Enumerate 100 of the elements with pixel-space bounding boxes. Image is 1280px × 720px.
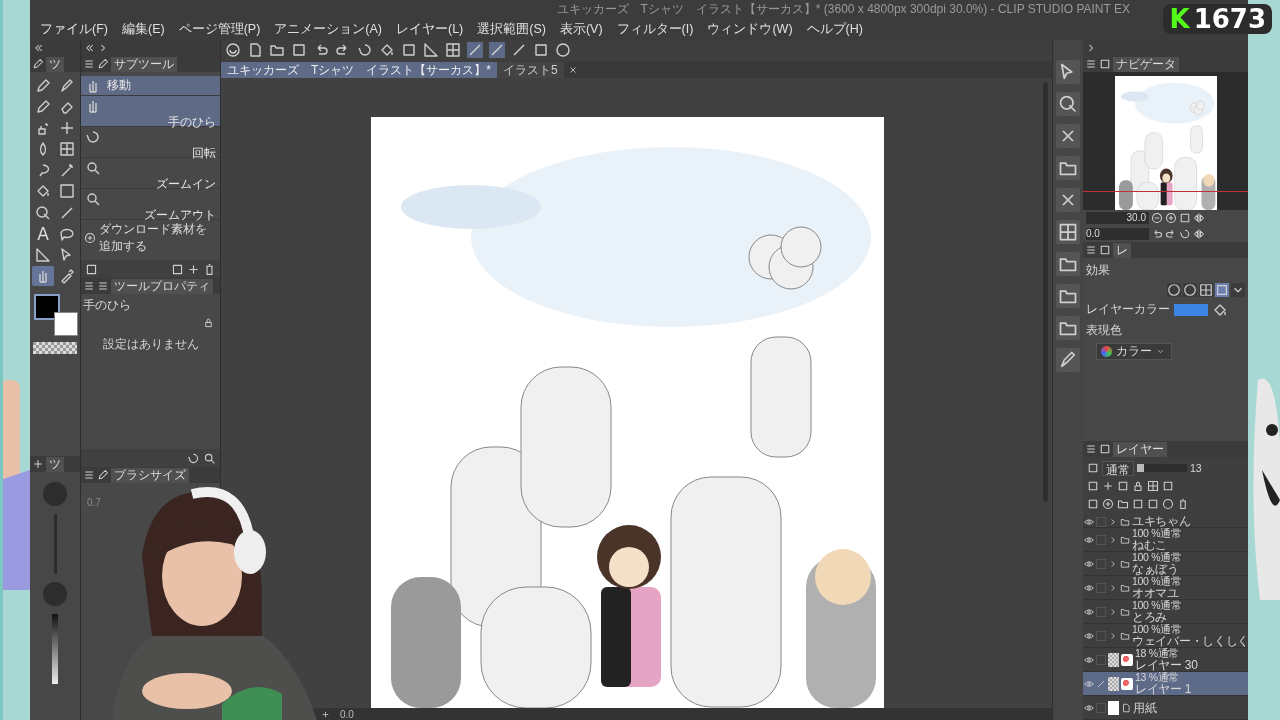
transparent-color-swatch[interactable] — [33, 342, 77, 354]
menu-icon[interactable] — [1085, 244, 1097, 256]
folder-icon[interactable] — [1056, 316, 1080, 340]
caret-icon[interactable] — [1231, 283, 1245, 297]
panel-tab[interactable]: ブラシサイズ — [111, 467, 189, 483]
folder-icon[interactable] — [1120, 534, 1130, 545]
subtool-item[interactable]: ズームイン — [81, 158, 220, 189]
tool-button[interactable]: A — [32, 223, 54, 244]
brush-icon[interactable] — [97, 469, 109, 481]
layer-row[interactable]: 用紙 — [1083, 696, 1248, 720]
opacity-value[interactable]: 13 — [1190, 462, 1202, 474]
swirl-icon[interactable] — [225, 42, 241, 58]
menu-item[interactable]: 編集(E) — [115, 20, 171, 38]
pen-icon[interactable] — [467, 42, 483, 58]
panel-tab[interactable]: ツールプロパティ — [111, 278, 213, 294]
subtool-item[interactable]: 移動 — [81, 76, 220, 96]
new-folder-icon[interactable] — [1117, 498, 1129, 510]
eye-icon[interactable] — [1084, 630, 1094, 641]
plus-icon[interactable] — [321, 709, 330, 719]
eye-icon[interactable] — [1084, 517, 1094, 527]
document-tab[interactable]: ユキッカーズ Tシャツ イラスト【サーカス】* — [221, 62, 497, 78]
folder-icon[interactable] — [1120, 558, 1130, 569]
menu-item[interactable]: レイヤー(L) — [390, 20, 470, 38]
add-material-button[interactable]: ダウンロード素材を追加する — [81, 221, 220, 255]
paper-icon[interactable] — [1121, 702, 1131, 713]
pen-icon[interactable] — [511, 42, 527, 58]
layer-color-swatch[interactable] — [1174, 303, 1208, 316]
eye-icon[interactable] — [1084, 558, 1094, 569]
trash-icon[interactable] — [1177, 498, 1189, 510]
menu-item[interactable]: 選択範囲(S) — [471, 20, 552, 38]
ruler-icon[interactable] — [423, 42, 439, 58]
subtool-item[interactable]: ズームアウト — [81, 189, 220, 220]
zoom-field[interactable]: 30.0 — [1086, 212, 1149, 224]
folder-icon[interactable] — [1056, 284, 1080, 308]
menu-item[interactable]: ファイル(F) — [34, 20, 114, 38]
folder-icon[interactable] — [269, 42, 285, 58]
eye-icon[interactable] — [1084, 702, 1094, 713]
eye-icon[interactable] — [1084, 678, 1094, 689]
pen-icon[interactable] — [489, 42, 505, 58]
main-color-swatch[interactable] — [34, 294, 60, 320]
fill-icon[interactable] — [379, 42, 395, 58]
close-icon[interactable] — [1056, 124, 1080, 148]
rotation-field[interactable]: 0.0 — [1086, 228, 1149, 240]
menu-icon[interactable] — [83, 469, 95, 481]
sub-color-swatch[interactable] — [54, 312, 78, 336]
expression-dropdown[interactable]: カラー — [1096, 343, 1172, 360]
close-icon[interactable] — [1056, 188, 1080, 212]
folder-icon[interactable] — [1120, 517, 1130, 527]
eye-icon[interactable] — [1084, 534, 1094, 545]
menu-icon[interactable] — [83, 58, 95, 70]
new-file-icon[interactable] — [247, 42, 263, 58]
flip-icon[interactable] — [1193, 212, 1205, 224]
close-icon[interactable] — [567, 65, 578, 75]
panel-tab[interactable]: サブツール — [111, 56, 177, 72]
layer-color-icon[interactable] — [1215, 283, 1229, 297]
menu-item[interactable]: ヘルプ(H) — [800, 20, 869, 38]
menu-item[interactable]: 表示(V) — [553, 20, 609, 38]
tool-button[interactable] — [32, 265, 54, 286]
eye-icon[interactable] — [1084, 582, 1094, 593]
grid-icon[interactable] — [445, 42, 461, 58]
collapse-icon[interactable] — [32, 42, 44, 54]
blend-mode-dropdown[interactable]: 通常 — [1102, 460, 1134, 476]
menu-icon[interactable] — [83, 280, 95, 292]
menu-item[interactable]: ウィンドウ(W) — [701, 20, 799, 38]
panel-tab[interactable]: ナビゲータ — [1113, 56, 1179, 72]
menu-item[interactable]: フィルター(I) — [610, 20, 700, 38]
pen-icon[interactable] — [32, 58, 44, 70]
pen-icon[interactable] — [1096, 678, 1106, 689]
checkbox[interactable] — [1096, 517, 1106, 527]
folder-icon[interactable] — [1056, 252, 1080, 276]
trash-icon[interactable] — [203, 262, 216, 276]
menu-item[interactable]: ページ管理(P) — [172, 20, 267, 38]
eye-icon[interactable] — [1084, 606, 1094, 617]
search-icon[interactable] — [203, 451, 216, 465]
menu-item[interactable]: アニメーション(A) — [268, 20, 388, 38]
lock-icon[interactable] — [1132, 480, 1144, 492]
panel-tab[interactable]: ツ — [46, 456, 64, 472]
eye-icon[interactable] — [1084, 654, 1094, 665]
menu-icon[interactable] — [1085, 443, 1097, 455]
folder-icon[interactable] — [1120, 606, 1130, 617]
folder-icon[interactable] — [1056, 156, 1080, 180]
edit-icon[interactable] — [1056, 348, 1080, 372]
layer-row[interactable]: 100 %通常 ウェイバー・しくしく — [1083, 624, 1248, 648]
subtool-icon[interactable] — [97, 58, 109, 70]
flip-icon[interactable] — [1193, 228, 1205, 240]
subtool-item[interactable]: 回転 — [81, 127, 220, 158]
folder-icon[interactable] — [1120, 630, 1130, 641]
panel-tab[interactable]: ツ — [46, 56, 64, 72]
folder-icon[interactable] — [1120, 582, 1130, 593]
layer-row[interactable]: 13 %通常 レイヤー 1 — [1083, 672, 1248, 696]
document-tab[interactable]: イラスト5 — [497, 62, 564, 78]
panel-tab[interactable]: レイヤー — [1113, 441, 1167, 457]
layer-row[interactable]: 100 %通常 ねむこ — [1083, 528, 1248, 552]
lock-icon[interactable] — [203, 317, 214, 328]
collapse-icon[interactable] — [83, 42, 95, 54]
opacity-slider[interactable] — [1137, 464, 1187, 472]
layer-row[interactable]: 100 %通常 オオマユ — [1083, 576, 1248, 600]
grid-icon[interactable] — [1056, 220, 1080, 244]
zoom-out-icon[interactable] — [1151, 212, 1163, 224]
layer-row[interactable]: ユキちゃん — [1083, 515, 1248, 528]
